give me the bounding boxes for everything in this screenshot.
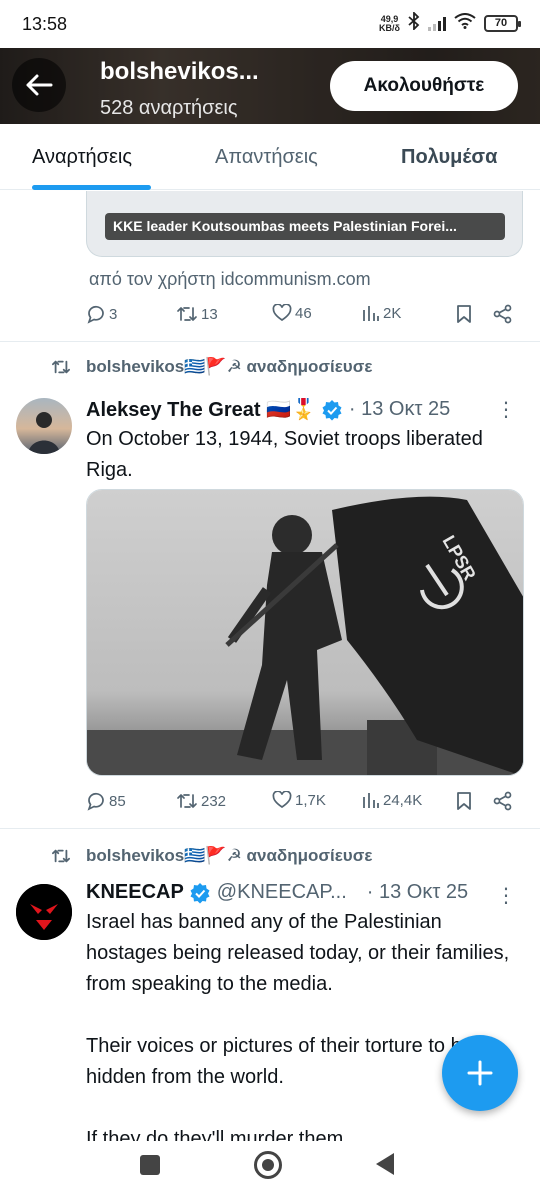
recents-button[interactable] bbox=[140, 1155, 160, 1175]
bluetooth-icon bbox=[408, 10, 420, 35]
author-name[interactable]: KNEECAP bbox=[86, 881, 184, 904]
active-tab-indicator bbox=[32, 185, 151, 190]
heart-icon bbox=[272, 791, 292, 809]
link-card-title: KKE leader Koutsoumbas meets Palestinian… bbox=[105, 213, 505, 240]
tab-posts[interactable]: Αναρτήσεις bbox=[32, 146, 132, 169]
post-date[interactable]: · 13 Οκτ 25 bbox=[367, 881, 468, 904]
profile-header: bolshevikos... 528 αναρτήσεις Ακολουθήστ… bbox=[0, 48, 540, 124]
verified-badge-icon bbox=[190, 882, 210, 903]
bookmark-button[interactable] bbox=[456, 791, 472, 811]
reply-button[interactable]: 85 bbox=[86, 791, 126, 811]
post-image[interactable]: LPSR bbox=[86, 489, 524, 776]
bookmark-icon bbox=[457, 792, 471, 810]
like-button[interactable]: 46 bbox=[272, 304, 312, 322]
divider bbox=[0, 341, 540, 342]
timeline[interactable]: KKE leader Koutsoumbas meets Palestinian… bbox=[0, 191, 540, 1141]
tab-replies[interactable]: Απαντήσεις bbox=[215, 146, 318, 169]
repost-icon bbox=[177, 307, 197, 321]
views-button[interactable]: 2K bbox=[362, 304, 401, 322]
bookmark-button[interactable] bbox=[456, 304, 472, 324]
repost-button[interactable]: 13 bbox=[176, 304, 218, 324]
profile-name: bolshevikos... bbox=[100, 58, 259, 85]
views-button[interactable]: 24,4K bbox=[362, 791, 422, 809]
views-icon bbox=[363, 306, 379, 321]
more-options-button[interactable]: ⋮ bbox=[496, 400, 516, 420]
share-button[interactable] bbox=[493, 304, 513, 324]
wifi-icon bbox=[454, 13, 476, 34]
divider bbox=[0, 828, 540, 829]
status-icons: 49,9 KB/δ 70 bbox=[379, 10, 521, 35]
avatar[interactable] bbox=[16, 398, 72, 454]
like-button[interactable]: 1,7K bbox=[272, 791, 326, 809]
follow-button[interactable]: Ακολουθήστε bbox=[330, 61, 518, 111]
post-text: Israel has banned any of the Palestinian… bbox=[86, 911, 510, 1141]
bookmark-icon bbox=[457, 305, 471, 323]
post-actions: 85 232 1,7K 24,4K bbox=[86, 791, 516, 817]
post-text: On October 13, 1944, Soviet troops liber… bbox=[86, 428, 489, 481]
tab-media[interactable]: Πολυμέσα bbox=[401, 146, 497, 169]
repost-icon bbox=[177, 794, 197, 808]
arrow-left-icon bbox=[26, 74, 53, 96]
link-card[interactable]: KKE leader Koutsoumbas meets Palestinian… bbox=[86, 191, 523, 257]
reply-icon bbox=[87, 305, 104, 324]
cell-signal-icon bbox=[428, 16, 446, 31]
back-nav-button[interactable] bbox=[376, 1153, 394, 1175]
share-icon bbox=[493, 791, 512, 811]
status-bar: 13:58 49,9 KB/δ 70 bbox=[0, 0, 540, 48]
compose-post-button[interactable] bbox=[442, 1035, 518, 1111]
repost-icon bbox=[52, 360, 70, 374]
battery-indicator: 70 bbox=[484, 15, 521, 32]
post-date[interactable]: · 13 Οκτ 25 bbox=[349, 398, 450, 421]
repost-indicator[interactable]: bolshevikos🇬🇷🚩☭ αναδημοσίευσε bbox=[50, 846, 372, 866]
post-count: 528 αναρτήσεις bbox=[100, 97, 238, 119]
reply-icon bbox=[87, 792, 104, 811]
post-actions: 3 13 46 2K bbox=[86, 304, 516, 330]
author-name[interactable]: Aleksey The Great 🇷🇺🎖️ bbox=[86, 397, 316, 422]
back-button[interactable] bbox=[12, 58, 66, 112]
home-button[interactable] bbox=[254, 1151, 282, 1179]
more-options-button[interactable]: ⋮ bbox=[496, 886, 516, 906]
profile-tabs: Αναρτήσεις Απαντήσεις Πολυμέσα bbox=[0, 124, 540, 190]
status-time: 13:58 bbox=[22, 14, 68, 34]
repost-icon bbox=[52, 849, 70, 863]
avatar[interactable] bbox=[16, 884, 72, 940]
plus-icon bbox=[467, 1060, 493, 1086]
share-button[interactable] bbox=[493, 791, 513, 811]
author-line: Aleksey The Great 🇷🇺🎖️ · 13 Οκτ 25 bbox=[86, 397, 450, 422]
author-handle[interactable]: @KNEECAP... bbox=[217, 881, 347, 904]
share-icon bbox=[493, 304, 512, 324]
repost-button[interactable]: 232 bbox=[176, 791, 226, 811]
verified-badge-icon bbox=[322, 399, 342, 420]
heart-icon bbox=[272, 304, 292, 322]
network-speed: 49,9 KB/δ bbox=[379, 13, 400, 33]
link-source[interactable]: από τον χρήστη idcommunism.com bbox=[89, 269, 371, 290]
author-line: KNEECAP @KNEECAP... · 13 Οκτ 25 bbox=[86, 881, 468, 904]
views-icon bbox=[363, 793, 379, 808]
system-navigation-bar bbox=[0, 1141, 540, 1199]
repost-indicator[interactable]: bolshevikos🇬🇷🚩☭ αναδημοσίευσε bbox=[50, 357, 372, 377]
reply-button[interactable]: 3 bbox=[86, 304, 117, 324]
